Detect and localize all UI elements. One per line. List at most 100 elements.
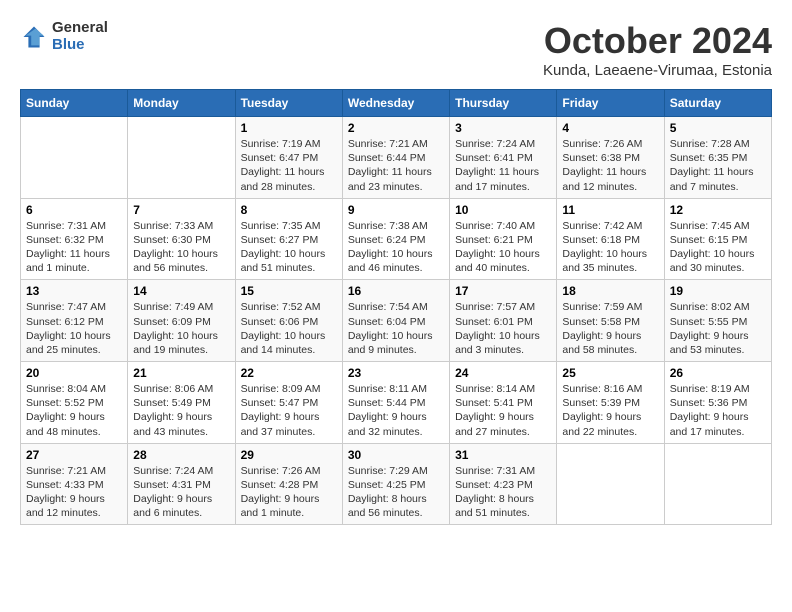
day-info: Sunrise: 7:59 AM Sunset: 5:58 PM Dayligh… (562, 300, 658, 357)
day-number: 27 (26, 448, 122, 462)
calendar-cell: 20 Sunrise: 8:04 AM Sunset: 5:52 PM Dayli… (21, 362, 128, 444)
day-info: Sunrise: 7:47 AM Sunset: 6:12 PM Dayligh… (26, 300, 122, 357)
day-info: Sunrise: 7:24 AM Sunset: 4:31 PM Dayligh… (133, 464, 229, 521)
day-number: 28 (133, 448, 229, 462)
calendar-cell: 3 Sunrise: 7:24 AM Sunset: 6:41 PM Daylig… (450, 117, 557, 199)
day-info: Sunrise: 7:33 AM Sunset: 6:30 PM Dayligh… (133, 219, 229, 276)
calendar-week-5: 27 Sunrise: 7:21 AM Sunset: 4:33 PM Dayli… (21, 443, 772, 525)
calendar-cell: 21 Sunrise: 8:06 AM Sunset: 5:49 PM Dayli… (128, 362, 235, 444)
calendar-cell: 4 Sunrise: 7:26 AM Sunset: 6:38 PM Daylig… (557, 117, 664, 199)
day-number: 29 (241, 448, 337, 462)
calendar-cell: 17Sunrise: 7:57 AM Sunset: 6:01 PM Dayli… (450, 280, 557, 362)
day-info: Sunrise: 8:06 AM Sunset: 5:49 PM Dayligh… (133, 382, 229, 439)
day-info: Sunrise: 8:04 AM Sunset: 5:52 PM Dayligh… (26, 382, 122, 439)
day-number: 8 (241, 203, 337, 217)
day-number: 15 (241, 284, 337, 298)
day-info: Sunrise: 7:19 AM Sunset: 6:47 PM Dayligh… (241, 137, 337, 194)
day-info: Sunrise: 7:38 AM Sunset: 6:24 PM Dayligh… (348, 219, 444, 276)
day-info: Sunrise: 7:24 AM Sunset: 6:41 PM Dayligh… (455, 137, 551, 194)
day-info: Sunrise: 7:42 AM Sunset: 6:18 PM Dayligh… (562, 219, 658, 276)
day-number: 20 (26, 366, 122, 380)
day-number: 26 (670, 366, 766, 380)
day-number: 18 (562, 284, 658, 298)
header-tuesday: Tuesday (235, 90, 342, 117)
logo: General Blue (20, 20, 108, 53)
header-friday: Friday (557, 90, 664, 117)
logo-general-text: General (52, 20, 108, 37)
day-info: Sunrise: 7:28 AM Sunset: 6:35 PM Dayligh… (670, 137, 766, 194)
day-info: Sunrise: 7:35 AM Sunset: 6:27 PM Dayligh… (241, 219, 337, 276)
day-info: Sunrise: 7:21 AM Sunset: 6:44 PM Dayligh… (348, 137, 444, 194)
calendar-cell: 2 Sunrise: 7:21 AM Sunset: 6:44 PM Daylig… (342, 117, 449, 199)
calendar-cell: 26 Sunrise: 8:19 AM Sunset: 5:36 PM Dayli… (664, 362, 771, 444)
title-block: October 2024 Kunda, Laeaene-Virumaa, Est… (543, 20, 772, 79)
day-info: Sunrise: 8:19 AM Sunset: 5:36 PM Dayligh… (670, 382, 766, 439)
day-number: 31 (455, 448, 551, 462)
calendar-cell (128, 117, 235, 199)
logo-blue-text: Blue (52, 37, 108, 54)
day-info: Sunrise: 7:54 AM Sunset: 6:04 PM Dayligh… (348, 300, 444, 357)
day-number: 5 (670, 121, 766, 135)
calendar-week-3: 13 Sunrise: 7:47 AM Sunset: 6:12 PM Dayli… (21, 280, 772, 362)
day-number: 6 (26, 203, 122, 217)
calendar-cell: 7 Sunrise: 7:33 AM Sunset: 6:30 PM Daylig… (128, 198, 235, 280)
calendar-cell: 1 Sunrise: 7:19 AM Sunset: 6:47 PM Daylig… (235, 117, 342, 199)
calendar-cell: 28 Sunrise: 7:24 AM Sunset: 4:31 PM Dayli… (128, 443, 235, 525)
day-number: 16 (348, 284, 444, 298)
calendar-cell: 22Sunrise: 8:09 AM Sunset: 5:47 PM Dayli… (235, 362, 342, 444)
header-sunday: Sunday (21, 90, 128, 117)
day-info: Sunrise: 8:16 AM Sunset: 5:39 PM Dayligh… (562, 382, 658, 439)
day-number: 12 (670, 203, 766, 217)
day-info: Sunrise: 7:21 AM Sunset: 4:33 PM Dayligh… (26, 464, 122, 521)
day-info: Sunrise: 7:31 AM Sunset: 6:32 PM Dayligh… (26, 219, 122, 276)
day-number: 14 (133, 284, 229, 298)
calendar-cell: 23Sunrise: 8:11 AM Sunset: 5:44 PM Dayli… (342, 362, 449, 444)
calendar-header-row: SundayMondayTuesdayWednesdayThursdayFrid… (21, 90, 772, 117)
day-info: Sunrise: 7:26 AM Sunset: 6:38 PM Dayligh… (562, 137, 658, 194)
calendar-cell: 9 Sunrise: 7:38 AM Sunset: 6:24 PM Daylig… (342, 198, 449, 280)
calendar-cell: 16 Sunrise: 7:54 AM Sunset: 6:04 PM Dayli… (342, 280, 449, 362)
header-saturday: Saturday (664, 90, 771, 117)
day-info: Sunrise: 7:45 AM Sunset: 6:15 PM Dayligh… (670, 219, 766, 276)
day-number: 23 (348, 366, 444, 380)
day-info: Sunrise: 8:02 AM Sunset: 5:55 PM Dayligh… (670, 300, 766, 357)
calendar-week-1: 1 Sunrise: 7:19 AM Sunset: 6:47 PM Daylig… (21, 117, 772, 199)
calendar-cell: 25Sunrise: 8:16 AM Sunset: 5:39 PM Dayli… (557, 362, 664, 444)
calendar-cell: 10 Sunrise: 7:40 AM Sunset: 6:21 PM Dayli… (450, 198, 557, 280)
calendar-cell (664, 443, 771, 525)
day-info: Sunrise: 8:14 AM Sunset: 5:41 PM Dayligh… (455, 382, 551, 439)
logo-icon (20, 23, 48, 51)
calendar-cell: 11Sunrise: 7:42 AM Sunset: 6:18 PM Dayli… (557, 198, 664, 280)
month-title: October 2024 (543, 20, 772, 62)
day-number: 4 (562, 121, 658, 135)
calendar-cell: 31 Sunrise: 7:31 AM Sunset: 4:23 PM Dayli… (450, 443, 557, 525)
day-number: 13 (26, 284, 122, 298)
day-info: Sunrise: 7:57 AM Sunset: 6:01 PM Dayligh… (455, 300, 551, 357)
calendar-cell (557, 443, 664, 525)
calendar-cell: 15 Sunrise: 7:52 AM Sunset: 6:06 PM Dayli… (235, 280, 342, 362)
day-number: 21 (133, 366, 229, 380)
calendar-week-4: 20 Sunrise: 8:04 AM Sunset: 5:52 PM Dayli… (21, 362, 772, 444)
day-info: Sunrise: 7:29 AM Sunset: 4:25 PM Dayligh… (348, 464, 444, 521)
day-number: 3 (455, 121, 551, 135)
logo-text: General Blue (52, 20, 108, 53)
calendar-cell: 8 Sunrise: 7:35 AM Sunset: 6:27 PM Daylig… (235, 198, 342, 280)
calendar-cell: 18 Sunrise: 7:59 AM Sunset: 5:58 PM Dayli… (557, 280, 664, 362)
day-number: 19 (670, 284, 766, 298)
day-info: Sunrise: 7:40 AM Sunset: 6:21 PM Dayligh… (455, 219, 551, 276)
calendar-cell: 27 Sunrise: 7:21 AM Sunset: 4:33 PM Dayli… (21, 443, 128, 525)
day-number: 7 (133, 203, 229, 217)
calendar-table: SundayMondayTuesdayWednesdayThursdayFrid… (20, 89, 772, 525)
day-number: 2 (348, 121, 444, 135)
calendar-cell: 12 Sunrise: 7:45 AM Sunset: 6:15 PM Dayli… (664, 198, 771, 280)
day-info: Sunrise: 7:31 AM Sunset: 4:23 PM Dayligh… (455, 464, 551, 521)
day-number: 1 (241, 121, 337, 135)
day-info: Sunrise: 7:52 AM Sunset: 6:06 PM Dayligh… (241, 300, 337, 357)
day-number: 10 (455, 203, 551, 217)
calendar-cell: 29Sunrise: 7:26 AM Sunset: 4:28 PM Dayli… (235, 443, 342, 525)
header-wednesday: Wednesday (342, 90, 449, 117)
calendar-cell (21, 117, 128, 199)
day-number: 9 (348, 203, 444, 217)
calendar-cell: 14Sunrise: 7:49 AM Sunset: 6:09 PM Dayli… (128, 280, 235, 362)
day-info: Sunrise: 8:09 AM Sunset: 5:47 PM Dayligh… (241, 382, 337, 439)
